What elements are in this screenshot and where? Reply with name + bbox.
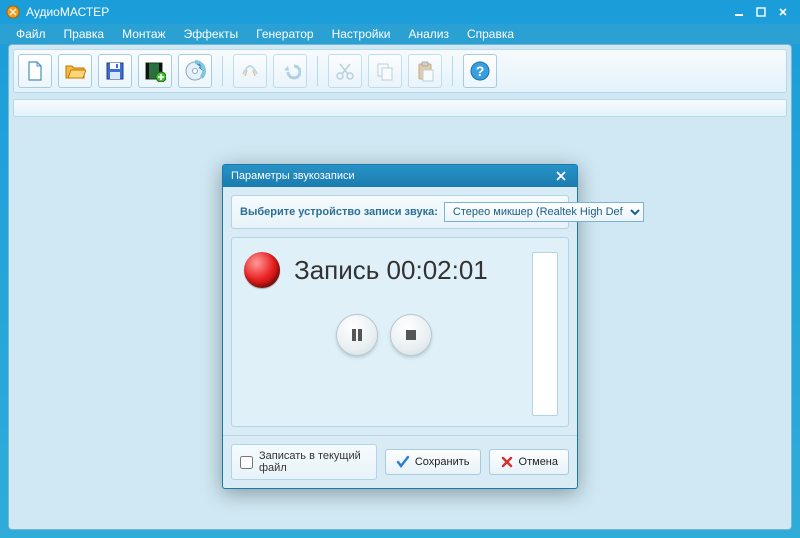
close-icon <box>556 171 566 181</box>
device-row: Выберите устройство записи звука: Стерео… <box>231 195 569 229</box>
app-title: АудиоМАСТЕР <box>26 5 109 19</box>
add-video-icon <box>144 60 166 82</box>
undo-button[interactable] <box>273 54 307 88</box>
paste-icon <box>414 60 436 82</box>
trim-icon <box>239 60 261 82</box>
device-select[interactable]: Стерео микшер (Realtek High Def <box>444 202 644 222</box>
track-area <box>13 99 787 117</box>
recording-status: Запись 00:02:01 <box>294 255 488 286</box>
save-dialog-label: Сохранить <box>415 456 470 468</box>
recording-time: 00:02:01 <box>387 255 488 285</box>
close-button[interactable] <box>772 3 794 21</box>
save-button[interactable] <box>98 54 132 88</box>
device-label: Выберите устройство записи звука: <box>240 206 438 218</box>
toolbar-separator <box>317 56 318 86</box>
menu-file[interactable]: Файл <box>8 25 54 43</box>
maximize-button[interactable] <box>750 3 772 21</box>
write-current-file-label: Записать в текущий файл <box>259 450 368 474</box>
write-current-file-checkbox[interactable] <box>240 456 253 469</box>
new-file-button[interactable] <box>18 54 52 88</box>
stop-button[interactable] <box>390 314 432 356</box>
menu-help[interactable]: Справка <box>459 25 522 43</box>
open-file-button[interactable] <box>58 54 92 88</box>
trim-button[interactable] <box>233 54 267 88</box>
cancel-dialog-label: Отмена <box>519 456 558 468</box>
cut-button[interactable] <box>328 54 362 88</box>
recording-dialog: Параметры звукозаписи Выберите устройств… <box>222 164 578 489</box>
toolbar-separator <box>452 56 453 86</box>
menu-edit[interactable]: Правка <box>56 25 113 43</box>
recording-label: Запись <box>294 255 379 285</box>
save-dialog-button[interactable]: Сохранить <box>385 449 481 475</box>
record-indicator-icon <box>244 252 280 288</box>
copy-button[interactable] <box>368 54 402 88</box>
dialog-titlebar[interactable]: Параметры звукозаписи <box>223 165 577 187</box>
stop-icon <box>403 327 419 343</box>
app-titlebar: АудиоМАСТЕР <box>0 0 800 24</box>
pause-icon <box>349 327 365 343</box>
disc-button[interactable] <box>178 54 212 88</box>
help-button[interactable]: ? <box>463 54 497 88</box>
menu-analysis[interactable]: Анализ <box>400 25 457 43</box>
dialog-close-button[interactable] <box>553 169 569 183</box>
paste-button[interactable] <box>408 54 442 88</box>
toolbar-separator <box>222 56 223 86</box>
disc-icon <box>184 60 206 82</box>
app-icon <box>6 5 20 19</box>
menu-effects[interactable]: Эффекты <box>176 25 247 43</box>
dialog-footer: Записать в текущий файл Сохранить Отмена <box>223 435 577 488</box>
scissors-icon <box>334 60 356 82</box>
menu-settings[interactable]: Настройки <box>324 25 399 43</box>
write-current-file-row[interactable]: Записать в текущий файл <box>231 444 377 480</box>
add-video-button[interactable] <box>138 54 172 88</box>
recording-panel: Запись 00:02:01 <box>231 237 569 427</box>
menubar: Файл Правка Монтаж Эффекты Генератор Нас… <box>0 24 800 44</box>
minimize-button[interactable] <box>728 3 750 21</box>
toolbar: ? <box>13 49 787 93</box>
save-icon <box>104 60 126 82</box>
menu-montage[interactable]: Монтаж <box>114 25 174 43</box>
svg-text:?: ? <box>476 63 485 79</box>
pause-button[interactable] <box>336 314 378 356</box>
open-folder-icon <box>64 60 86 82</box>
copy-icon <box>374 60 396 82</box>
dialog-title: Параметры звукозаписи <box>231 170 355 182</box>
cancel-icon <box>500 455 514 469</box>
check-icon <box>396 455 410 469</box>
cancel-dialog-button[interactable]: Отмена <box>489 449 569 475</box>
level-meter <box>532 252 558 416</box>
undo-icon <box>279 60 301 82</box>
new-file-icon <box>24 60 46 82</box>
menu-generator[interactable]: Генератор <box>248 25 321 43</box>
help-icon: ? <box>469 60 491 82</box>
